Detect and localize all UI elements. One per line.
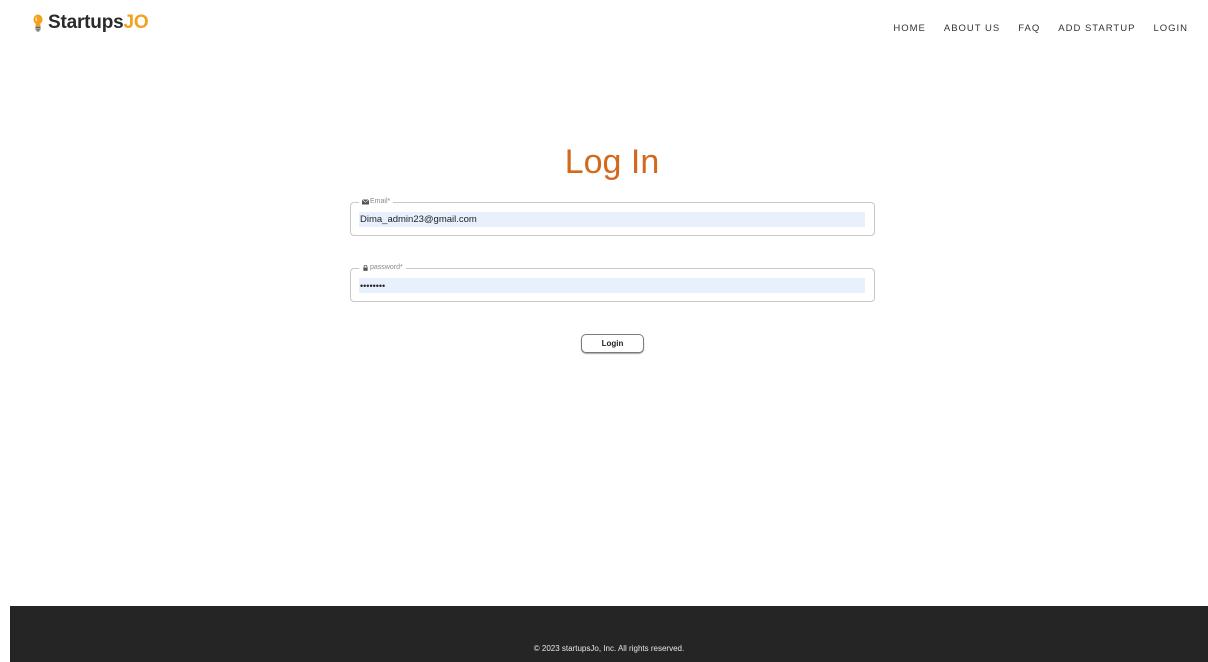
nav-home-link[interactable]: HOME: [893, 23, 926, 34]
main-nav: HOME ABOUT US FAQ ADD STARTUP LOGIN: [875, 23, 1188, 34]
email-field-label: Email*: [359, 197, 394, 207]
login-button[interactable]: Login: [581, 334, 644, 353]
copyright-text: © 2023 startupsJo, Inc. All rights reser…: [533, 644, 685, 653]
password-field-label: password*: [359, 263, 406, 273]
email-input[interactable]: [359, 212, 865, 227]
nav-add-startup-link[interactable]: ADD STARTUP: [1058, 23, 1135, 34]
site-header: StartupsJO HOME ABOUT US FAQ ADD STARTUP…: [0, 0, 1208, 56]
envelope-icon: [362, 199, 369, 205]
logo-text: StartupsJO: [48, 12, 149, 34]
nav-login-link[interactable]: LOGIN: [1153, 23, 1188, 34]
logo-text-main: Startups: [48, 12, 124, 33]
nav-about-us-link[interactable]: ABOUT US: [944, 23, 1000, 34]
password-label-text: password*: [370, 264, 403, 271]
password-field: password*: [350, 263, 875, 302]
page-title: Log In: [564, 143, 660, 181]
nav-faq-link[interactable]: FAQ: [1018, 23, 1040, 34]
lightbulb-icon: [33, 14, 43, 32]
password-input[interactable]: [359, 278, 865, 293]
email-label-text: Email*: [370, 198, 391, 205]
site-footer: © 2023 startupsJo, Inc. All rights reser…: [10, 606, 1208, 662]
site-logo[interactable]: StartupsJO: [33, 12, 149, 34]
lock-icon: [363, 265, 368, 271]
logo-text-accent: JO: [123, 12, 149, 33]
email-field: Email*: [350, 197, 875, 236]
